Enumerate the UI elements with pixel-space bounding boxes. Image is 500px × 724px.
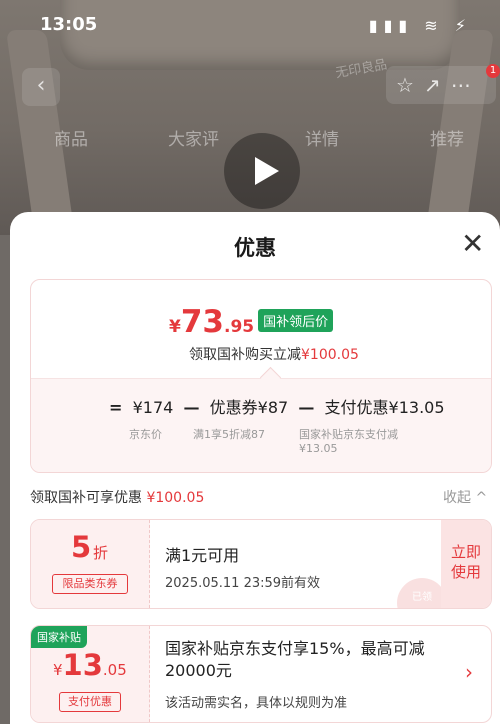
subsidy-value-panel: 国家补贴 ¥13.05 支付优惠 [31, 626, 150, 722]
subsidy-integer: 13 [62, 648, 103, 682]
coupon-expiry: 2025.05.11 23:59前有效 [165, 576, 321, 591]
coupons-header: 领取国补可享优惠 ¥100.05 [30, 487, 204, 507]
price-integer: 73 [180, 304, 224, 340]
reduction-label: 领取国补购买立减 [189, 347, 301, 363]
payment-discount-label: 国家补贴京东支付减 [299, 428, 398, 441]
notification-badge: 1 [486, 64, 500, 78]
equals-sign: = [109, 398, 123, 417]
coupon-type-tag: 限品类东券 [52, 574, 128, 594]
status-bar: 13:05 ▮▮▮ ≋ ⚡ [0, 14, 500, 40]
price-decimal: .95 [223, 317, 255, 337]
back-icon[interactable]: ‹ [22, 68, 60, 106]
coupon-discount-label: 满1享5折减87 [193, 428, 265, 441]
chevron-right-icon[interactable]: › [465, 660, 473, 684]
subsidy-offer-card[interactable]: 国家补贴 ¥13.05 支付优惠 国家补贴京东支付享15%，最高可减20000元… [30, 625, 492, 723]
coupon-card[interactable]: 5 折 限品类东券 满1元可用 2025.05.11 23:59前有效 已领 立… [30, 519, 492, 609]
coupons-header-text: 领取国补可享优惠 [30, 490, 142, 506]
status-time: 13:05 [40, 14, 98, 35]
payment-discount-amount-label: ¥13.05 [299, 442, 338, 455]
coupon-value-panel: 5 折 限品类东券 [31, 520, 150, 608]
tab-product[interactable]: 商品 [54, 125, 88, 150]
currency-symbol: ¥ [53, 661, 63, 679]
share-icon[interactable]: ↗ [424, 73, 451, 97]
play-video-icon[interactable] [224, 133, 300, 209]
close-icon[interactable]: ✕ [461, 230, 484, 258]
coupon-discount: 优惠券¥87 [209, 398, 289, 417]
jd-price: ¥174 [132, 398, 174, 417]
minus-sign: — [183, 398, 200, 417]
subsidy-title: 国家补贴京东支付享15%，最高可减20000元 [165, 639, 425, 680]
sheet-title: 优惠 [234, 236, 276, 260]
final-price: ¥73.95 国补领后价 [169, 304, 334, 340]
subsidy-note: 该活动需实名，具体以规则为准 [165, 696, 348, 711]
nav-actions[interactable]: ☆↗⋯ [386, 66, 496, 104]
discount-sheet: 优惠 ✕ ¥73.95 国补领后价 领取国补购买立减¥100.05 = ¥174 … [10, 212, 500, 724]
collapse-button[interactable]: 收起 ^ [443, 487, 487, 507]
more-icon[interactable]: ⋯ [451, 73, 481, 97]
coupon-condition: 满1元可用 [165, 546, 240, 565]
status-icons: ▮▮▮ ≋ ⚡ [368, 16, 472, 35]
tab-reviews[interactable]: 大家评 [168, 125, 219, 150]
tab-recommend[interactable]: 推荐 [430, 125, 464, 150]
price-breakdown: = ¥174 — 优惠券¥87 — 支付优惠¥13.05 京东价 满1享5折减8… [31, 378, 491, 472]
jd-price-label: 京东价 [129, 428, 162, 441]
claimed-stamp-icon: 已领 [397, 578, 447, 608]
price-formula: = ¥174 — 优惠券¥87 — 支付优惠¥13.05 [109, 394, 445, 418]
minus-sign: — [298, 398, 315, 417]
coupons-header-amount: ¥100.05 [146, 490, 205, 506]
final-price-section: ¥73.95 国补领后价 领取国补购买立减¥100.05 [31, 280, 491, 378]
reduction-amount: ¥100.05 [301, 347, 359, 363]
price-summary-card: ¥73.95 国补领后价 领取国补购买立减¥100.05 = ¥174 — 优惠券… [30, 279, 492, 473]
payment-discount-tag: 支付优惠 [59, 692, 121, 712]
star-icon[interactable]: ☆ [396, 73, 424, 97]
subsidy-decimal: .05 [102, 661, 127, 679]
national-subsidy-badge: 国家补贴 [31, 626, 87, 648]
payment-discount: 支付优惠¥13.05 [324, 398, 445, 417]
use-now-button[interactable]: 立即 使用 [441, 520, 491, 608]
subsidy-amount: ¥13.05 [53, 648, 127, 682]
use-now-label-1: 立即 [450, 543, 481, 561]
coupon-discount-value: 5 [71, 530, 92, 564]
use-now-label-2: 使用 [450, 563, 481, 581]
price-reduction-text: 领取国补购买立减¥100.05 [189, 344, 359, 364]
coupon-discount-unit: 折 [93, 544, 109, 562]
currency-symbol: ¥ [169, 317, 181, 337]
tab-details[interactable]: 详情 [305, 125, 339, 150]
subsidy-price-badge: 国补领后价 [258, 309, 334, 332]
